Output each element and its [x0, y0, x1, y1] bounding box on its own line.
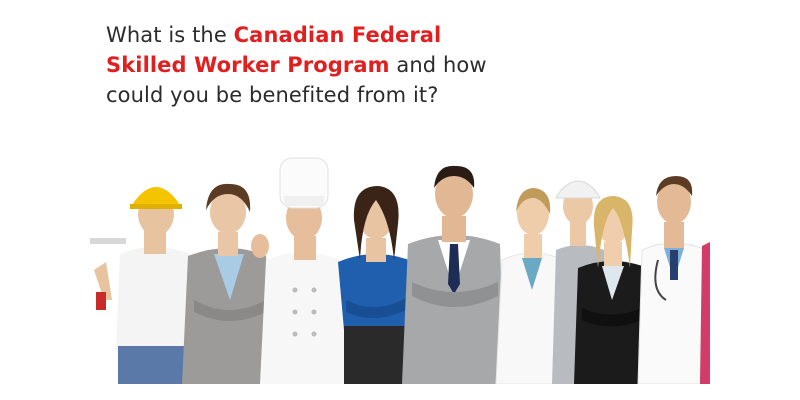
chef-figure: [251, 157, 352, 384]
woman-blue-blouse-figure: [338, 186, 414, 384]
headline: What is the Canadian Federal Skilled Wor…: [106, 20, 546, 110]
construction-worker-figure: [90, 187, 196, 384]
headline-highlight-1: Canadian Federal: [233, 23, 442, 47]
headline-prefix: What is the: [106, 23, 234, 47]
headline-suffix: and how: [389, 53, 487, 77]
headline-line-3: could you be benefited from it?: [106, 83, 439, 107]
businessman-grey-suit-figure: [402, 165, 504, 384]
headline-line-2: Skilled Worker Program and how: [106, 50, 546, 80]
headline-highlight-2: Skilled Worker Program: [106, 53, 390, 77]
headline-line-1: What is the Canadian Federal: [106, 20, 546, 50]
group-of-professionals-image: [90, 150, 710, 384]
male-doctor-figure: [637, 176, 710, 384]
